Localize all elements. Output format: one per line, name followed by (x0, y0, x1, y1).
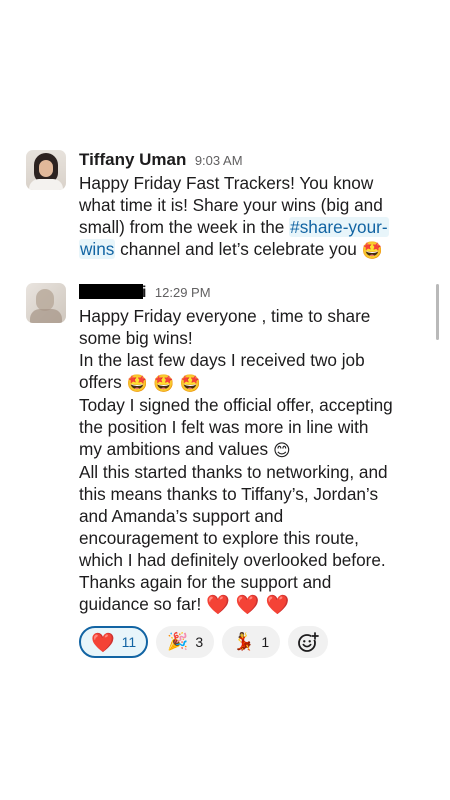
star-struck-emoji-icon: 🤩 🤩 🤩 (126, 374, 201, 394)
message-text: Happy Friday Fast Trackers! You know wha… (79, 172, 432, 261)
reaction-count: 3 (195, 634, 204, 650)
timestamp[interactable]: 12:29 PM (155, 285, 211, 300)
message-line: All this started thanks to networking, a… (79, 462, 388, 482)
avatar-face (39, 160, 53, 177)
avatar-face (36, 289, 54, 311)
message-text: Happy Friday everyone , time to share so… (79, 305, 432, 615)
message-content: Tiffany Uman 9:03 AM Happy Friday Fast T… (79, 148, 432, 261)
message-line: this means thanks to Tiffany’s, Jordan’s (79, 484, 379, 504)
avatar-shirt (29, 179, 63, 190)
message-line: small) from the week in the (79, 217, 290, 237)
thread-view: Tiffany Uman 9:03 AM Happy Friday Fast T… (0, 0, 450, 800)
heart-icon: ❤️ (91, 631, 115, 654)
avatar-shoulders (30, 309, 62, 323)
message-line: guidance so far! (79, 594, 207, 614)
message-line: Thanks again for the support and (79, 572, 332, 592)
message-line: what time it is! Share your wins (big an… (79, 195, 383, 215)
message-header: i 12:29 PM (79, 281, 432, 305)
heart-emoji-icon: ❤️ ❤️ ❤️ (206, 594, 290, 616)
message-line: Happy Friday everyone , time to share (79, 306, 371, 326)
dancer-icon: 💃 (233, 632, 255, 652)
message-tiffany: Tiffany Uman 9:03 AM Happy Friday Fast T… (26, 148, 432, 261)
channel-link[interactable]: #share-your- (289, 217, 389, 237)
message-line: In the last few days I received two job (79, 350, 365, 370)
add-emoji-icon (298, 632, 320, 652)
avatar[interactable] (26, 150, 66, 190)
message-line: encouragement to explore this route, (79, 528, 359, 548)
add-reaction-button[interactable] (288, 626, 329, 658)
reaction-count: 11 (121, 634, 137, 650)
avatar[interactable] (26, 283, 66, 323)
smiling-face-emoji-icon: 😊 (272, 441, 291, 461)
reaction-count: 1 (261, 634, 270, 650)
message-line: and Amanda’s support and (79, 506, 284, 526)
message-reply: i 12:29 PM Happy Friday everyone , time … (26, 281, 432, 615)
scrollbar[interactable] (436, 284, 439, 340)
message-line: channel and let’s celebrate you (115, 239, 362, 259)
reaction-party[interactable]: 🎉 3 (156, 626, 215, 658)
author-name[interactable]: Tiffany Uman (79, 150, 186, 169)
reaction-dancer[interactable]: 💃 1 (222, 626, 281, 658)
message-line: the position I felt was more in line wit… (79, 417, 369, 437)
reaction-bar: ❤️ 11 🎉 3 💃 1 (79, 626, 329, 658)
timestamp[interactable]: 9:03 AM (195, 153, 243, 168)
message-line: my ambitions and values (79, 439, 273, 459)
redacted-name-block (79, 284, 143, 299)
message-header: Tiffany Uman 9:03 AM (79, 148, 432, 172)
author-name[interactable]: i (142, 284, 146, 301)
message-content: i 12:29 PM Happy Friday everyone , time … (79, 281, 432, 615)
channel-link[interactable]: wins (79, 239, 116, 259)
message-line: Today I signed the official offer, accep… (79, 395, 393, 415)
message-line: offers (79, 372, 127, 392)
message-line: which I had definitely overlooked before… (79, 550, 386, 570)
message-line: some big wins! (79, 328, 193, 348)
message-line: Happy Friday Fast Trackers! You know (79, 173, 374, 193)
star-struck-emoji-icon: 🤩 (361, 241, 383, 261)
reaction-heart[interactable]: ❤️ 11 (79, 626, 149, 658)
party-popper-icon: 🎉 (167, 632, 189, 652)
